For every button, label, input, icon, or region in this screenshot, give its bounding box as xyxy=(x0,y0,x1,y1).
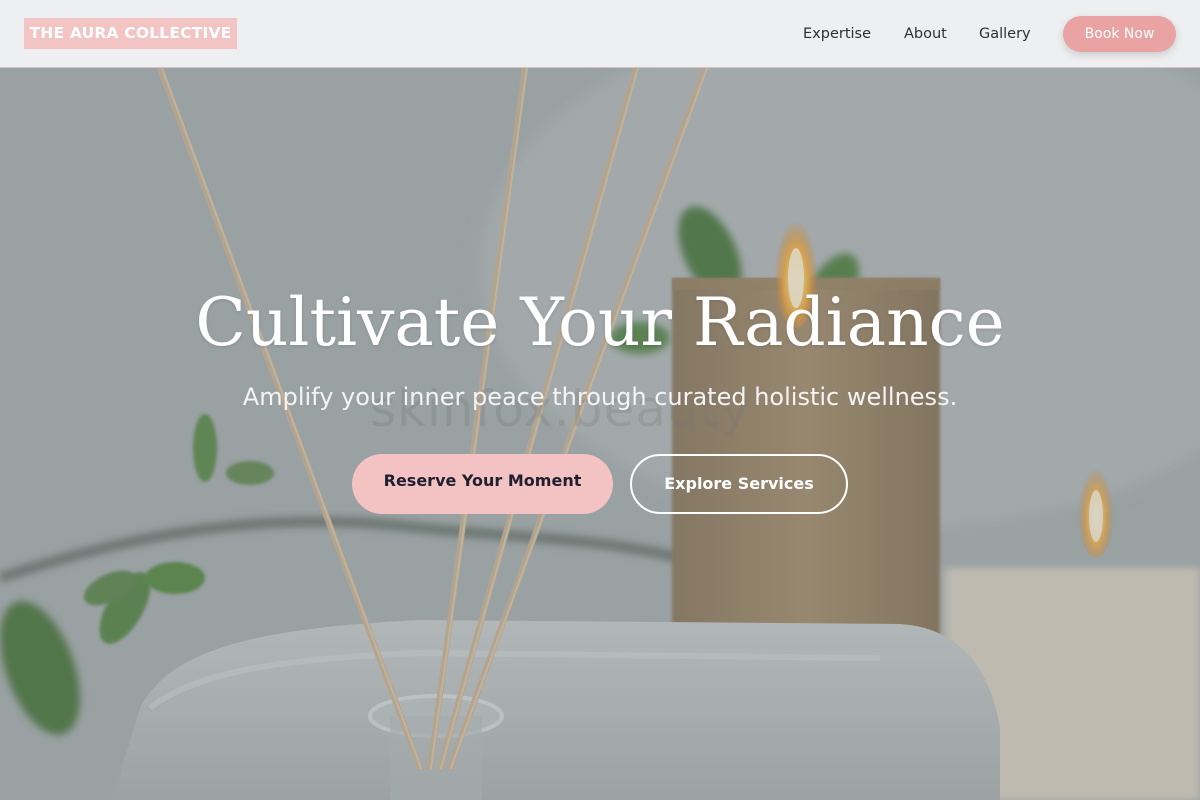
hero-headline: Cultivate Your Radiance xyxy=(195,284,1005,361)
nav-link-gallery[interactable]: Gallery xyxy=(979,24,1031,44)
brand-logo[interactable]: THE AURA COLLECTIVE xyxy=(24,18,237,49)
nav-link-expertise[interactable]: Expertise xyxy=(803,24,871,44)
explore-services-button[interactable]: Explore Services xyxy=(630,454,848,514)
hero-subheadline: Amplify your inner peace through curated… xyxy=(242,383,958,411)
book-now-button[interactable]: Book Now xyxy=(1063,16,1176,52)
site-header: THE AURA COLLECTIVE Expertise About Gall… xyxy=(0,0,1200,68)
nav-link-about[interactable]: About xyxy=(904,24,947,44)
reserve-moment-button[interactable]: Reserve Your Moment xyxy=(352,454,613,514)
hero-section: skinfox.beauty Cultivate Your Radiance A… xyxy=(0,68,1200,800)
